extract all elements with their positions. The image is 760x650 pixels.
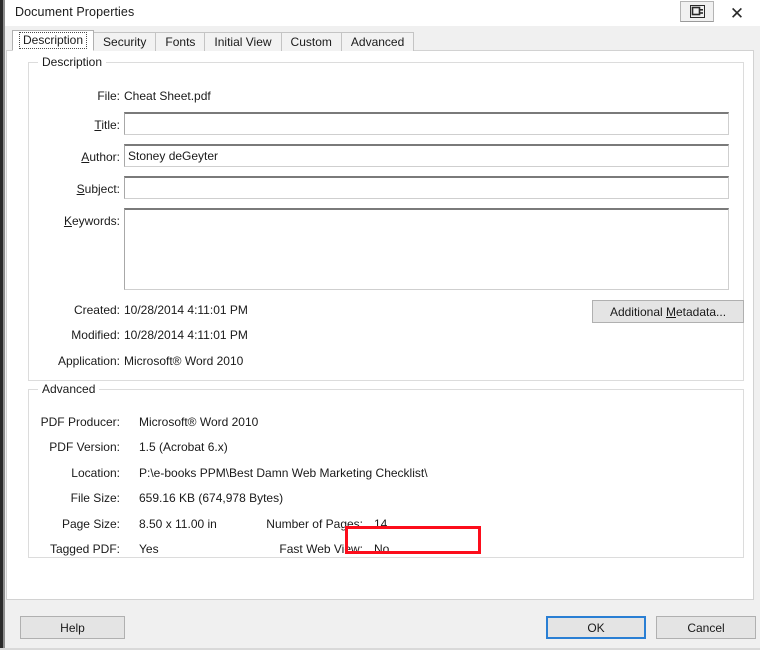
keywords-input[interactable] bbox=[124, 208, 729, 290]
title-label: Title: bbox=[29, 118, 120, 132]
advanced-group-title: Advanced bbox=[38, 382, 99, 396]
tab-custom[interactable]: Custom bbox=[281, 32, 342, 51]
tab-strip: Description Security Fonts Initial View … bbox=[12, 31, 413, 51]
keywords-label: Keywords: bbox=[29, 214, 120, 228]
tab-fonts-label: Fonts bbox=[165, 35, 195, 49]
subject-input[interactable] bbox=[124, 176, 729, 199]
title-bar-buttons: ✕ bbox=[680, 0, 760, 26]
author-input[interactable] bbox=[124, 144, 729, 167]
restore-window-glyph bbox=[690, 5, 705, 18]
restore-window-icon[interactable] bbox=[680, 1, 714, 22]
number-of-pages-value: 14 bbox=[374, 517, 387, 531]
additional-metadata-label: Additional Metadata... bbox=[610, 305, 726, 319]
author-label: Author: bbox=[29, 150, 120, 164]
advanced-group: Advanced PDF Producer: Microsoft® Word 2… bbox=[28, 389, 744, 558]
dialog-footer: Help OK Cancel bbox=[5, 602, 760, 648]
description-group: Description File: Cheat Sheet.pdf Title:… bbox=[28, 62, 744, 381]
tab-initial-view[interactable]: Initial View bbox=[204, 32, 281, 51]
tab-description[interactable]: Description bbox=[12, 30, 94, 51]
cancel-button[interactable]: Cancel bbox=[656, 616, 756, 639]
page-size-value: 8.50 x 11.00 in bbox=[139, 517, 217, 531]
tagged-pdf-label: Tagged PDF: bbox=[29, 542, 120, 556]
help-button[interactable]: Help bbox=[20, 616, 125, 639]
file-size-value: 659.16 KB (674,978 Bytes) bbox=[139, 491, 283, 505]
page-size-label: Page Size: bbox=[29, 517, 120, 531]
tab-fonts[interactable]: Fonts bbox=[155, 32, 205, 51]
document-properties-dialog: Document Properties ✕ Description Securi… bbox=[0, 0, 760, 650]
ok-button[interactable]: OK bbox=[546, 616, 646, 639]
location-value: P:\e-books PPM\Best Damn Web Marketing C… bbox=[139, 466, 428, 480]
tab-security-label: Security bbox=[103, 35, 146, 49]
close-glyph: ✕ bbox=[730, 5, 744, 22]
file-value: Cheat Sheet.pdf bbox=[124, 89, 211, 103]
tab-panel-description: Description File: Cheat Sheet.pdf Title:… bbox=[6, 50, 754, 600]
pdf-version-value: 1.5 (Acrobat 6.x) bbox=[139, 440, 228, 454]
window-border-left-inner bbox=[3, 0, 5, 650]
modified-value: 10/28/2014 4:11:01 PM bbox=[124, 328, 248, 342]
location-label: Location: bbox=[29, 466, 120, 480]
pdf-producer-value: Microsoft® Word 2010 bbox=[139, 415, 258, 429]
tab-description-label: Description bbox=[19, 32, 87, 49]
file-label: File: bbox=[29, 89, 120, 103]
title-input[interactable] bbox=[124, 112, 729, 135]
tab-security[interactable]: Security bbox=[93, 32, 156, 51]
created-value: 10/28/2014 4:11:01 PM bbox=[124, 303, 248, 317]
created-label: Created: bbox=[29, 303, 120, 317]
title-bar: Document Properties ✕ bbox=[5, 0, 760, 26]
subject-label: Subject: bbox=[29, 182, 120, 196]
application-value: Microsoft® Word 2010 bbox=[124, 354, 243, 368]
description-group-title: Description bbox=[38, 55, 106, 69]
pdf-producer-label: PDF Producer: bbox=[29, 415, 120, 429]
modified-label: Modified: bbox=[29, 328, 120, 342]
file-size-label: File Size: bbox=[29, 491, 120, 505]
fast-web-view-label: Fast Web View: bbox=[229, 542, 363, 556]
tab-initial-view-label: Initial View bbox=[214, 35, 271, 49]
fast-web-view-value: No bbox=[374, 542, 389, 556]
application-label: Application: bbox=[29, 354, 120, 368]
tagged-pdf-value: Yes bbox=[139, 542, 159, 556]
number-of-pages-label: Number of Pages: bbox=[229, 517, 363, 531]
tab-advanced-label: Advanced bbox=[351, 35, 404, 49]
additional-metadata-button[interactable]: Additional Metadata... bbox=[592, 300, 744, 323]
tab-custom-label: Custom bbox=[291, 35, 332, 49]
close-icon[interactable]: ✕ bbox=[714, 0, 760, 26]
pdf-version-label: PDF Version: bbox=[29, 440, 120, 454]
tab-advanced[interactable]: Advanced bbox=[341, 32, 414, 51]
window-title: Document Properties bbox=[15, 5, 134, 19]
